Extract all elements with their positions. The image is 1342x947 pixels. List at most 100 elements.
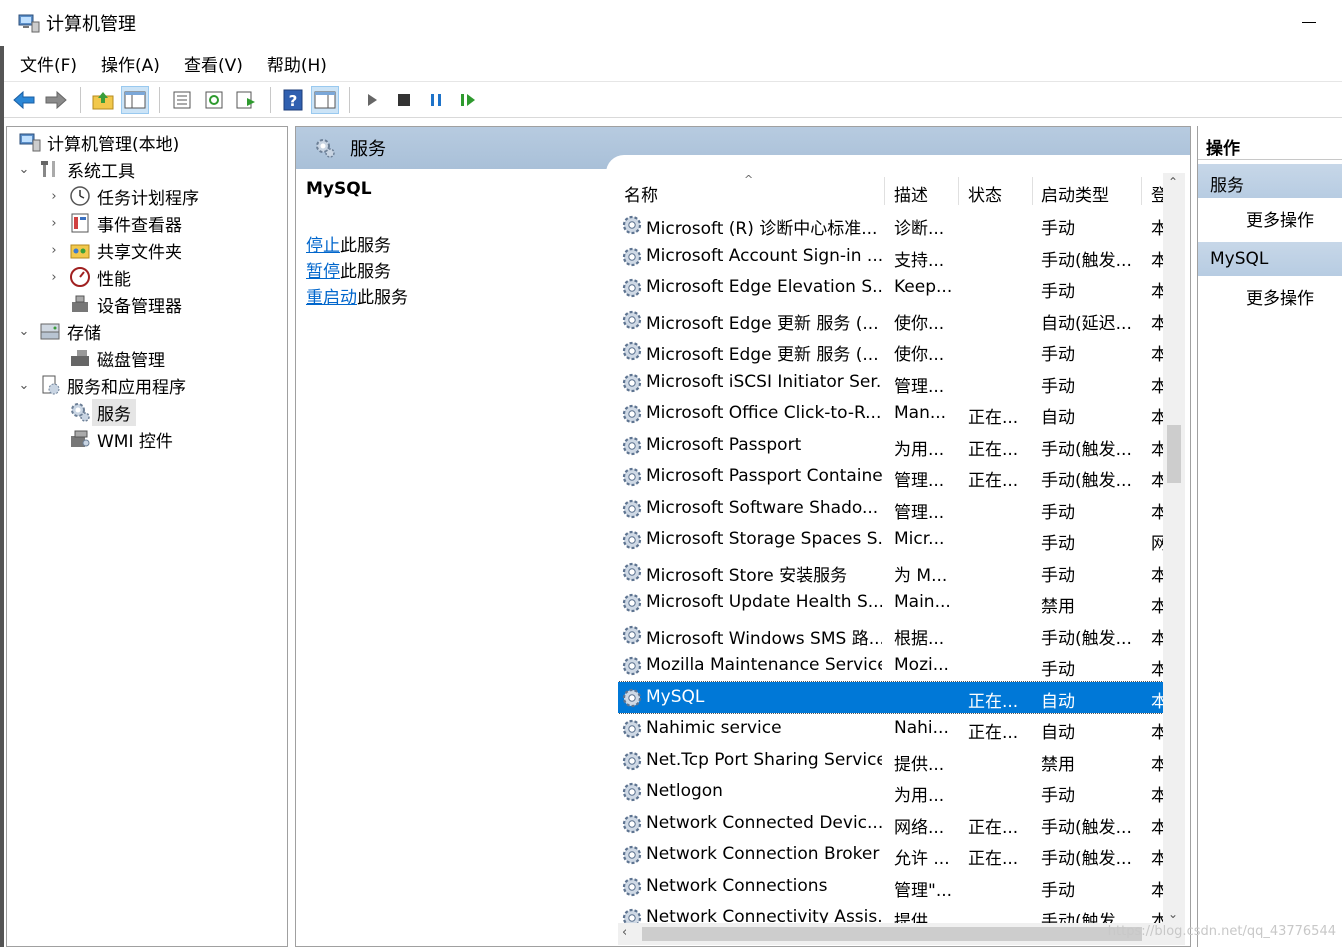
actions-group-services[interactable]: 服务: [1198, 164, 1342, 198]
horizontal-scrollbar[interactable]: ‹: [618, 923, 1185, 945]
scroll-down-icon[interactable]: ⌄: [1168, 907, 1178, 921]
service-row[interactable]: Microsoft Account Sign-in ... 支持... 手动(触发.…: [618, 241, 1163, 272]
service-gear-icon: [622, 656, 642, 676]
pause-icon: [431, 93, 441, 106]
tree-item[interactable]: ⌄ 系统工具: [17, 156, 135, 182]
actions-group-mysql[interactable]: MySQL: [1198, 242, 1342, 276]
service-row[interactable]: Microsoft iSCSI Initiator Ser... 管理... 手动 本: [618, 367, 1163, 398]
service-row[interactable]: Microsoft Office Click-to-R... Man... 正在..…: [618, 398, 1163, 429]
service-row[interactable]: Microsoft Storage Spaces S... Micr... 手动 网: [618, 524, 1163, 555]
chevron-right-icon[interactable]: ›: [47, 189, 61, 204]
tree-item[interactable]: 磁盘管理: [47, 345, 165, 371]
chevron-right-icon[interactable]: ›: [47, 216, 61, 231]
help-button[interactable]: ?: [279, 86, 307, 114]
menu-help[interactable]: 帮助(H): [267, 51, 327, 76]
service-row[interactable]: Microsoft Windows SMS 路... 根据... 手动(触发... 本: [618, 619, 1163, 650]
column-description[interactable]: 描述: [894, 181, 928, 206]
up-level-button[interactable]: [89, 86, 117, 114]
column-divider[interactable]: [958, 177, 959, 205]
export-icon: [236, 91, 255, 108]
tree-item[interactable]: › 任务计划程序: [47, 183, 199, 209]
service-row[interactable]: Microsoft (R) 诊断中心标准... 诊断... 手动 本: [618, 209, 1163, 240]
service-description: 使你...: [894, 313, 945, 334]
vertical-scrollbar[interactable]: ⌃ ⌄: [1163, 173, 1185, 923]
tree-item[interactable]: 设备管理器: [47, 291, 182, 317]
column-divider[interactable]: [1141, 177, 1142, 205]
tree-item[interactable]: › 共享文件夹: [47, 237, 182, 263]
scroll-thumb[interactable]: [1167, 425, 1181, 483]
service-description: 管理"...: [894, 880, 953, 901]
service-row[interactable]: Microsoft Passport 为用... 正在... 手动(触发... 本: [618, 430, 1163, 461]
chevron-right-icon[interactable]: ›: [47, 270, 61, 285]
service-row[interactable]: Network Connections 管理"... 手动 本: [618, 871, 1163, 902]
back-button[interactable]: [10, 86, 38, 114]
service-row[interactable]: Network Connectivity Assis... 提供... 手动(触发.…: [618, 902, 1163, 923]
service-status: 正在...: [968, 471, 1019, 491]
tree-item[interactable]: 服务: [47, 398, 136, 426]
service-row[interactable]: Microsoft Edge 更新 服务 (... 使你... 自动(延迟... 本: [618, 304, 1163, 335]
menu-action[interactable]: 操作(A): [101, 51, 160, 76]
service-row[interactable]: Microsoft Edge 更新 服务 (... 使你... 手动 本: [618, 335, 1163, 366]
column-logon[interactable]: 登: [1151, 181, 1163, 206]
tree-item[interactable]: WMI 控件: [47, 426, 173, 452]
chevron-down-icon[interactable]: ⌄: [17, 162, 31, 177]
service-startup-type: 手动: [1041, 282, 1075, 302]
start-service-button[interactable]: [358, 86, 386, 114]
service-row[interactable]: Netlogon 为用... 手动 本: [618, 776, 1163, 807]
scroll-left-icon[interactable]: ‹: [622, 925, 627, 940]
service-row[interactable]: MySQL 正在... 自动 本: [618, 680, 1163, 714]
column-startup-type[interactable]: 启动类型: [1041, 181, 1109, 206]
tree-item[interactable]: › 事件查看器: [47, 210, 182, 236]
service-startup-type: 自动: [1041, 691, 1075, 712]
chevron-right-icon[interactable]: ›: [47, 243, 61, 258]
service-row[interactable]: Nahimic service Nahi... 正在... 自动 本: [618, 713, 1163, 744]
service-row[interactable]: Microsoft Edge Elevation S... Keep... 手动 本: [618, 272, 1163, 303]
menu-view[interactable]: 查看(V): [184, 51, 243, 76]
forward-button[interactable]: [42, 86, 70, 114]
tree-item[interactable]: 计算机管理(本地): [11, 129, 179, 155]
resume-service-button[interactable]: [454, 86, 482, 114]
service-row[interactable]: Microsoft Software Shado... 管理... 手动 本: [618, 493, 1163, 524]
h-scroll-thumb[interactable]: [642, 927, 1142, 941]
scroll-up-icon[interactable]: ⌃: [1168, 175, 1178, 189]
service-name: Microsoft Account Sign-in ...: [646, 245, 882, 266]
service-row[interactable]: Microsoft Update Health S... Main... 禁用 本: [618, 587, 1163, 618]
service-row[interactable]: Microsoft Passport Container 管理... 正在... 手动…: [618, 461, 1163, 492]
tree-item[interactable]: ⌄ 存储: [17, 318, 101, 344]
tree-item[interactable]: ⌄ 服务和应用程序: [17, 372, 186, 398]
export-list-button[interactable]: [232, 86, 260, 114]
toolbar: ?: [0, 82, 1342, 118]
show-hide-tree-button[interactable]: [121, 85, 149, 114]
column-status[interactable]: 状态: [968, 181, 1002, 206]
service-description: Micr...: [894, 529, 945, 549]
column-divider[interactable]: [884, 177, 885, 205]
show-action-pane-button[interactable]: [311, 85, 339, 114]
chevron-down-icon[interactable]: ⌄: [17, 378, 31, 393]
service-row[interactable]: Network Connection Broker 允许 ... 正在... 手动(触…: [618, 839, 1163, 870]
pause-service-button[interactable]: [422, 86, 450, 114]
column-name[interactable]: 名称: [624, 181, 658, 206]
pause-link[interactable]: 暂停: [306, 262, 340, 282]
service-row[interactable]: Microsoft Store 安装服务 为 M... 手动 本: [618, 556, 1163, 587]
more-actions-services[interactable]: 更多操作: [1198, 198, 1342, 238]
restart-link[interactable]: 重启动: [306, 288, 357, 308]
column-divider[interactable]: [1032, 177, 1033, 205]
resume-icon: [461, 93, 475, 106]
service-startup-type: 手动: [1041, 660, 1075, 680]
window-edge: [0, 46, 4, 947]
service-row[interactable]: Net.Tcp Port Sharing Service 提供... 禁用 本: [618, 745, 1163, 776]
menu-file[interactable]: 文件(F): [20, 51, 77, 76]
stop-service-button[interactable]: [390, 86, 418, 114]
more-actions-mysql[interactable]: 更多操作: [1198, 276, 1342, 316]
properties-button[interactable]: [168, 86, 196, 114]
services-apps-icon: [42, 375, 60, 395]
list-tab-shape: [606, 155, 1190, 175]
service-row[interactable]: Network Connected Devic... 网络... 正在... 手动(触…: [618, 808, 1163, 839]
tree-item[interactable]: › 性能: [47, 264, 131, 290]
chevron-down-icon[interactable]: ⌄: [17, 324, 31, 339]
stop-link[interactable]: 停止: [306, 236, 340, 256]
service-description: Man...: [894, 403, 947, 423]
refresh-button[interactable]: [200, 86, 228, 114]
service-row[interactable]: Mozilla Maintenance Service Mozi... 手动 本: [618, 650, 1163, 681]
minimize-button[interactable]: [1302, 22, 1316, 23]
